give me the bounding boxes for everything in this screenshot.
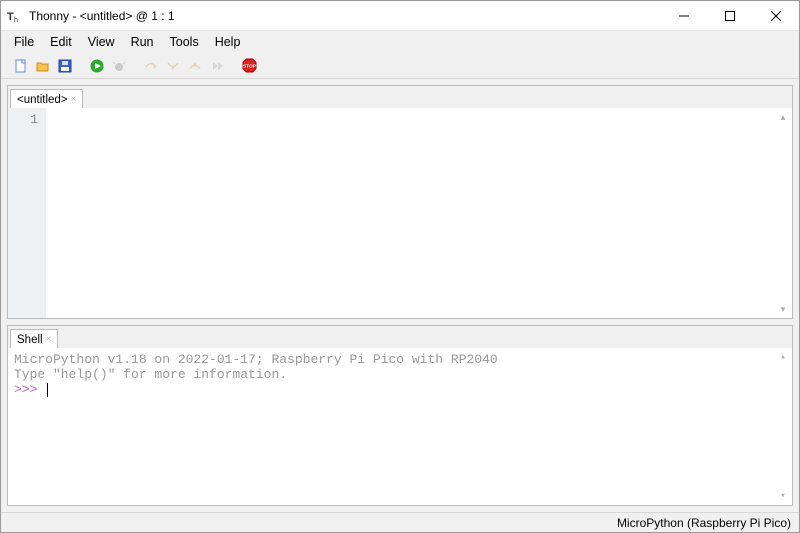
shell-pane: Shell × MicroPython v1.18 on 2022-01-17;…	[7, 325, 793, 506]
close-icon[interactable]: ×	[46, 334, 52, 345]
toolbar: STOP	[1, 53, 799, 79]
editor-textarea[interactable]	[46, 108, 792, 318]
close-button[interactable]	[753, 1, 799, 31]
shell-output-line: MicroPython v1.18 on 2022-01-17; Raspber…	[14, 352, 786, 367]
editor-body[interactable]: 1 ▴ ▾	[8, 108, 792, 318]
menu-tools[interactable]: Tools	[163, 33, 206, 51]
shell-prompt: >>>	[14, 382, 45, 397]
scroll-down-icon[interactable]: ▾	[777, 303, 789, 315]
menu-edit[interactable]: Edit	[43, 33, 79, 51]
menu-view[interactable]: View	[81, 33, 122, 51]
open-file-button[interactable]	[33, 56, 53, 76]
close-icon[interactable]: ×	[71, 94, 77, 105]
shell-body[interactable]: MicroPython v1.18 on 2022-01-17; Raspber…	[8, 348, 792, 505]
menubar: File Edit View Run Tools Help	[1, 31, 799, 53]
editor-tab-label: <untitled>	[17, 94, 68, 106]
window-controls	[661, 1, 799, 31]
editor-tabs: <untitled> ×	[8, 86, 792, 108]
editor-tab-untitled[interactable]: <untitled> ×	[10, 89, 83, 109]
run-button[interactable]	[87, 56, 107, 76]
step-into-button[interactable]	[163, 56, 183, 76]
scroll-up-icon[interactable]: ▴	[777, 111, 789, 123]
resume-button[interactable]	[207, 56, 227, 76]
window-title: Thonny - <untitled> @ 1 : 1	[29, 9, 175, 23]
maximize-button[interactable]	[707, 1, 753, 31]
step-over-button[interactable]	[141, 56, 161, 76]
menu-file[interactable]: File	[7, 33, 41, 51]
titlebar: Th Thonny - <untitled> @ 1 : 1	[1, 1, 799, 31]
statusbar: MicroPython (Raspberry Pi Pico)	[1, 512, 799, 532]
app-icon: Th	[7, 8, 23, 24]
editor-gutter: 1	[8, 108, 46, 318]
main-area: <untitled> × 1 ▴ ▾ Shell × MicroPython v…	[1, 79, 799, 512]
step-out-button[interactable]	[185, 56, 205, 76]
scroll-up-icon[interactable]: ▴	[777, 351, 789, 363]
svg-text:h: h	[14, 17, 18, 24]
shell-prompt-line[interactable]: >>>	[14, 382, 786, 397]
shell-tab-label: Shell	[17, 334, 43, 346]
interpreter-selector[interactable]: MicroPython (Raspberry Pi Pico)	[617, 516, 791, 530]
menu-run[interactable]: Run	[124, 33, 161, 51]
debug-button[interactable]	[109, 56, 129, 76]
svg-text:T: T	[7, 11, 14, 23]
shell-tabs: Shell ×	[8, 326, 792, 348]
new-file-button[interactable]	[11, 56, 31, 76]
minimize-button[interactable]	[661, 1, 707, 31]
svg-text:STOP: STOP	[242, 64, 256, 70]
menu-help[interactable]: Help	[208, 33, 248, 51]
stop-button[interactable]: STOP	[239, 56, 259, 76]
scroll-down-icon[interactable]: ▾	[777, 490, 789, 502]
text-cursor	[47, 383, 48, 397]
shell-tab[interactable]: Shell ×	[10, 329, 58, 349]
save-file-button[interactable]	[55, 56, 75, 76]
shell-output-line: Type "help()" for more information.	[14, 367, 786, 382]
editor-pane: <untitled> × 1 ▴ ▾	[7, 85, 793, 319]
line-number: 1	[8, 112, 38, 127]
